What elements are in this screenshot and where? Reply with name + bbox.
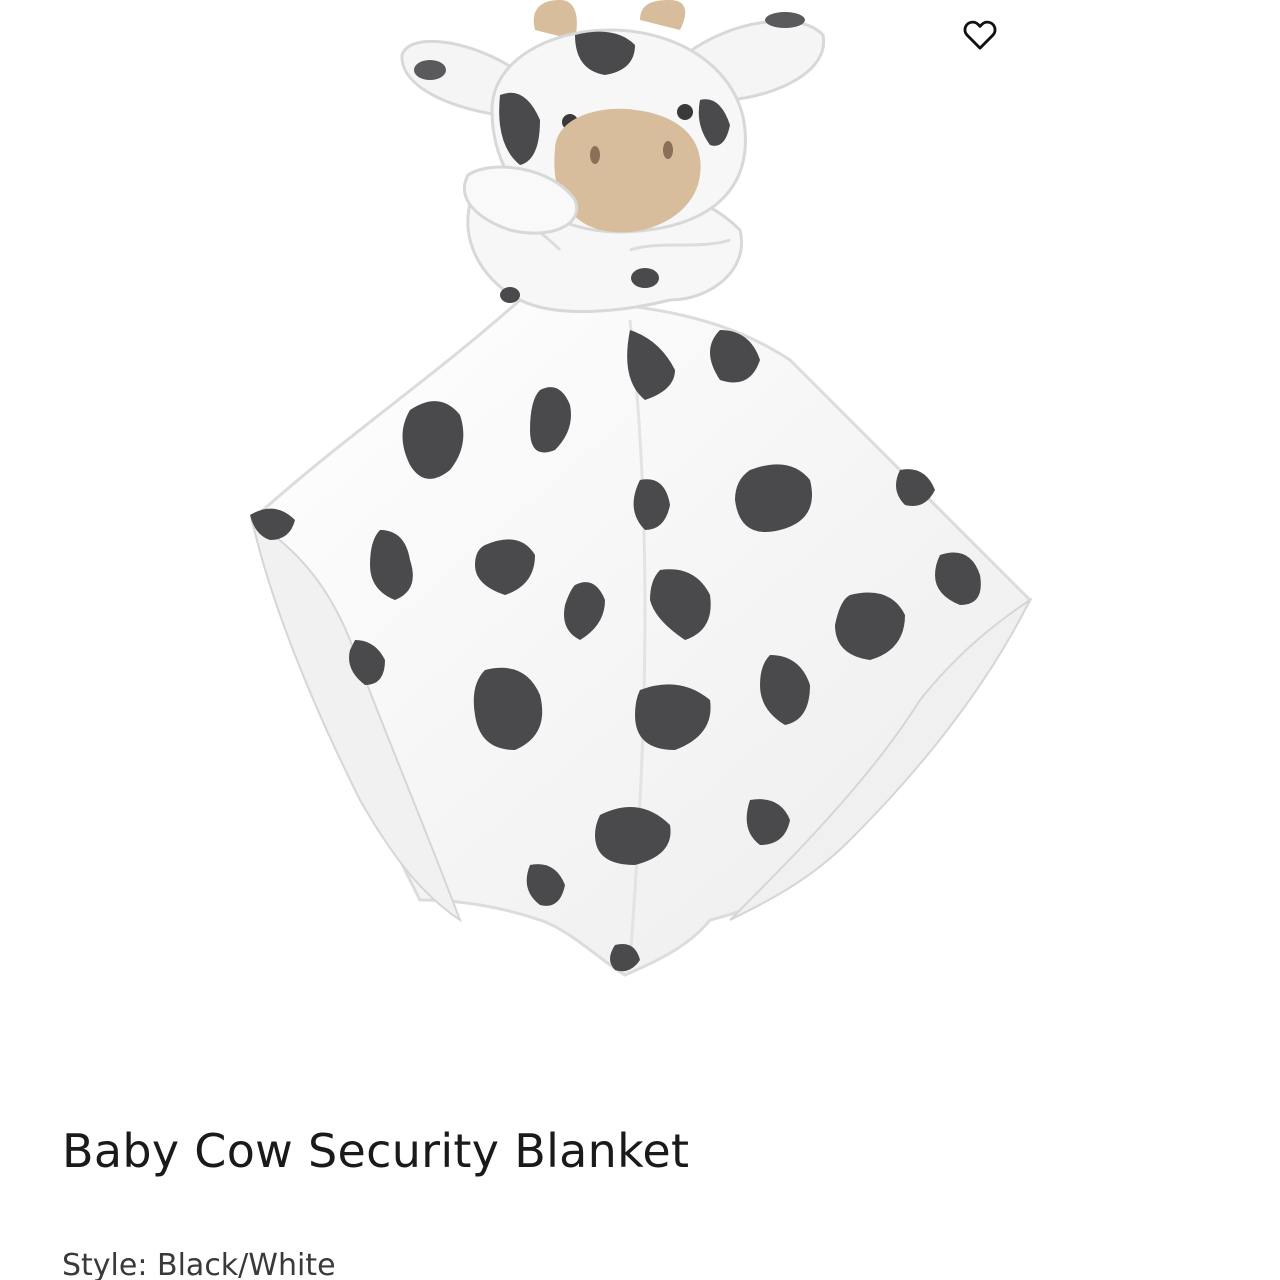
blanket-cloth	[250, 298, 1032, 977]
product-title: Baby Cow Security Blanket	[62, 1124, 690, 1178]
cow-head	[400, 0, 826, 235]
style-label: Style:	[62, 1248, 148, 1280]
wishlist-button[interactable]	[956, 10, 1004, 58]
product-image[interactable]	[230, 0, 1050, 1000]
product-page: Baby Cow Security Blanket Style: Black/W…	[0, 0, 1280, 1280]
product-style: Style: Black/White	[62, 1248, 336, 1280]
style-value: Black/White	[157, 1248, 336, 1280]
heart-outline-icon	[963, 20, 997, 50]
